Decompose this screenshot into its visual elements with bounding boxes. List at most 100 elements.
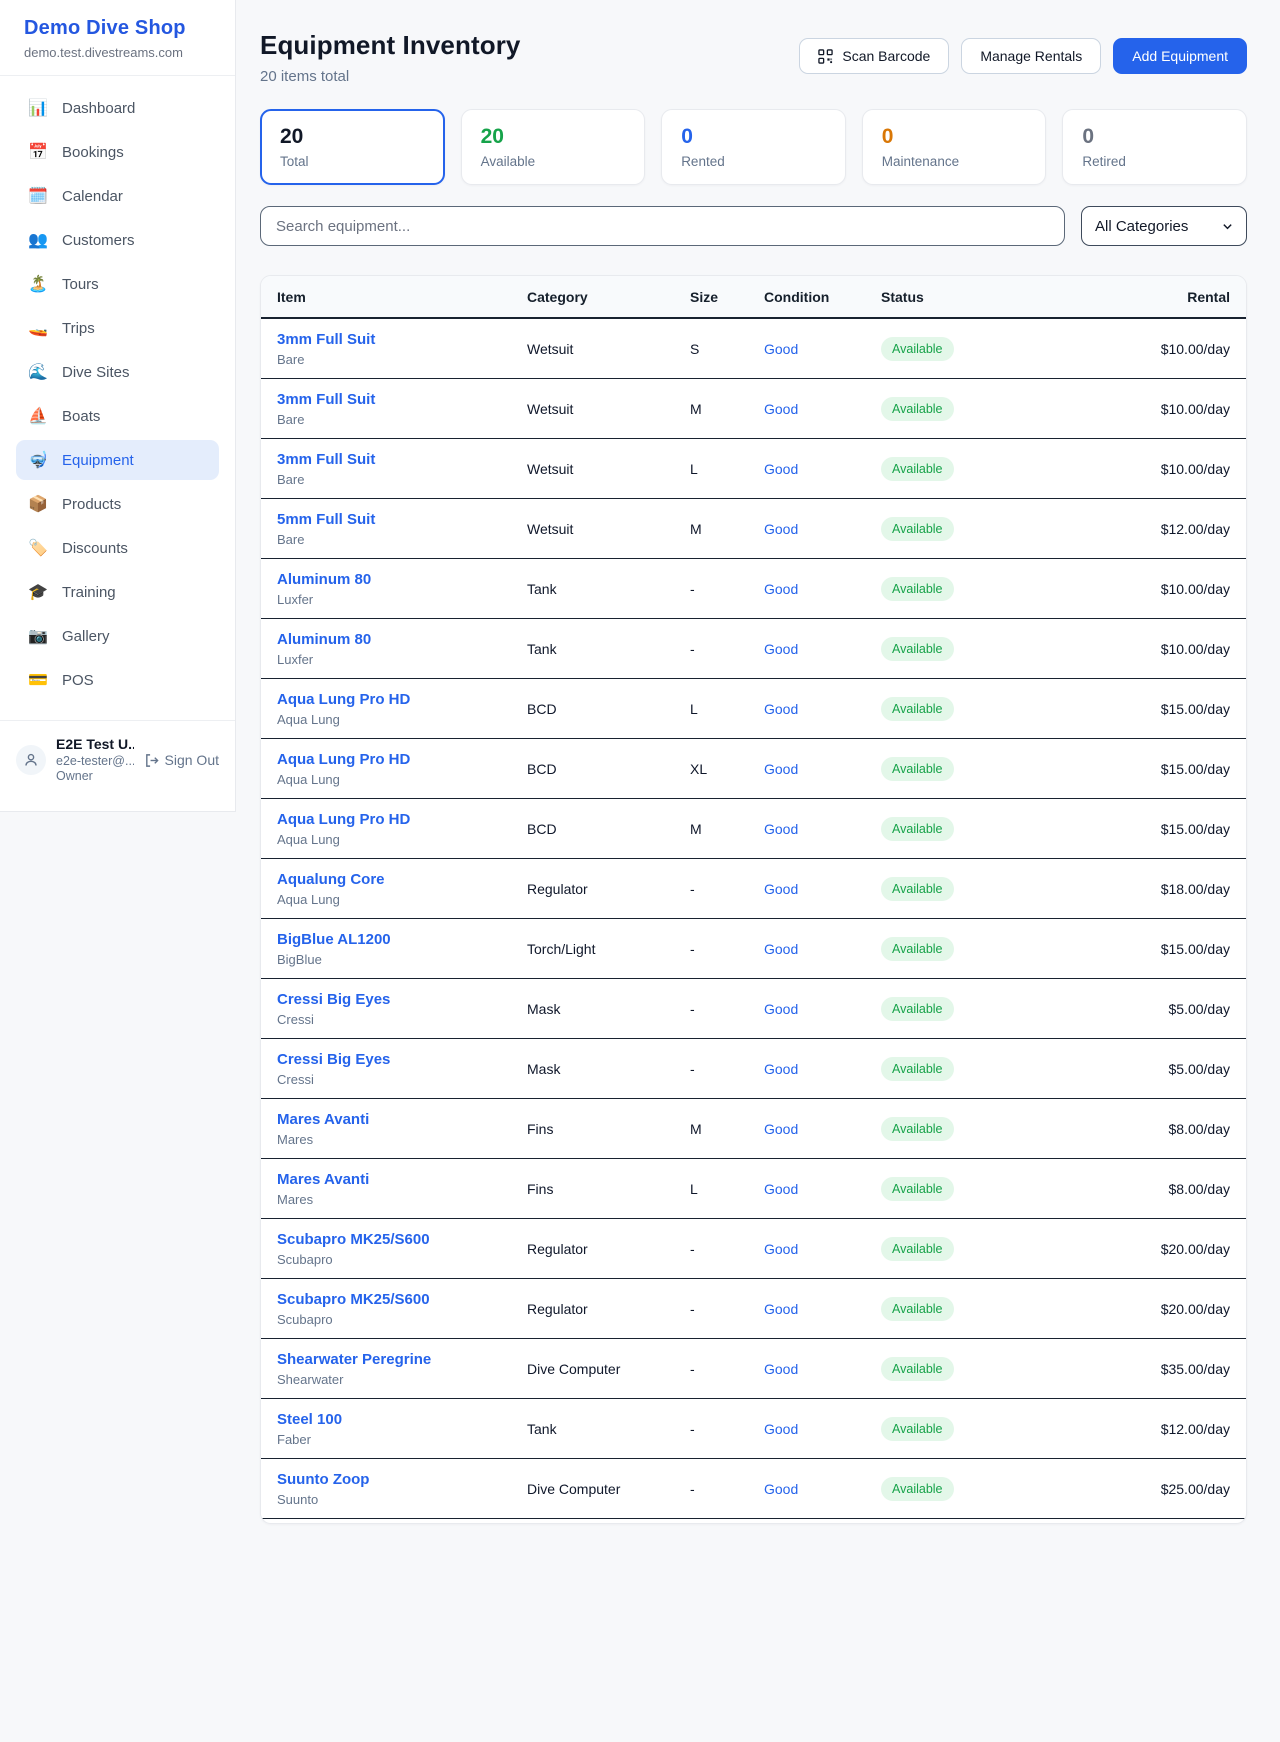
table-row[interactable]: Aqua Lung Pro HDAqua LungBCDLGoodAvailab…	[261, 679, 1246, 739]
brand-name[interactable]: Demo Dive Shop	[24, 17, 211, 40]
sidebar-item-label: POS	[62, 672, 94, 689]
item-cell: Aluminum 80Luxfer	[277, 571, 527, 607]
stat-card-retired[interactable]: 0Retired	[1062, 109, 1247, 185]
condition-link[interactable]: Good	[764, 941, 881, 957]
condition-link[interactable]: Good	[764, 641, 881, 657]
sidebar-item-training[interactable]: 🎓Training	[16, 572, 219, 612]
sidebar-item-customers[interactable]: 👥Customers	[16, 220, 219, 260]
item-name-link[interactable]: 3mm Full Suit	[277, 391, 527, 408]
sidebar-item-dive-sites[interactable]: 🌊Dive Sites	[16, 352, 219, 392]
category-select[interactable]: All Categories	[1081, 206, 1247, 246]
table-row[interactable]: 3mm Full SuitBareWetsuitSGoodAvailable$1…	[261, 319, 1246, 379]
column-header-condition: Condition	[764, 289, 881, 305]
sidebar-item-gallery[interactable]: 📷Gallery	[16, 616, 219, 656]
condition-link[interactable]: Good	[764, 1361, 881, 1377]
sign-out-button[interactable]: Sign Out	[144, 752, 219, 768]
stat-value-available: 20	[481, 125, 626, 149]
scan-barcode-button[interactable]: Scan Barcode	[799, 38, 949, 74]
size-cell: -	[690, 1421, 764, 1437]
item-name-link[interactable]: 3mm Full Suit	[277, 451, 527, 468]
size-cell: -	[690, 1301, 764, 1317]
category-cell: Regulator	[527, 881, 690, 897]
item-name-link[interactable]: Cressi Big Eyes	[277, 991, 527, 1008]
item-name-link[interactable]: Scubapro MK25/S600	[277, 1291, 527, 1308]
condition-link[interactable]: Good	[764, 1421, 881, 1437]
status-cell: Available	[881, 1297, 1100, 1321]
table-row[interactable]: 5mm Full SuitBareWetsuitMGoodAvailable$1…	[261, 499, 1246, 559]
table-row[interactable]: 3mm Full SuitBareWetsuitLGoodAvailable$1…	[261, 439, 1246, 499]
item-name-link[interactable]: Aqua Lung Pro HD	[277, 811, 527, 828]
manage-rentals-button[interactable]: Manage Rentals	[961, 38, 1101, 74]
sidebar-item-tours[interactable]: 🏝️Tours	[16, 264, 219, 304]
table-row[interactable]: Aqua Lung Pro HDAqua LungBCDMGoodAvailab…	[261, 799, 1246, 859]
stat-card-total[interactable]: 20Total	[260, 109, 445, 185]
item-name-link[interactable]: Suunto Zoop	[277, 1471, 527, 1488]
item-name-link[interactable]: 3mm Full Suit	[277, 331, 527, 348]
item-name-link[interactable]: Cressi Big Eyes	[277, 1051, 527, 1068]
condition-link[interactable]: Good	[764, 521, 881, 537]
condition-link[interactable]: Good	[764, 761, 881, 777]
item-name-link[interactable]: Scubapro MK25/S600	[277, 1231, 527, 1248]
item-name-link[interactable]: Mares Avanti	[277, 1171, 527, 1188]
condition-link[interactable]: Good	[764, 821, 881, 837]
item-name-link[interactable]: Steel 100	[277, 1411, 527, 1428]
condition-link[interactable]: Good	[764, 701, 881, 717]
item-name-link[interactable]: Aluminum 80	[277, 631, 527, 648]
table-row[interactable]: Aqualung CoreAqua LungRegulator-GoodAvai…	[261, 859, 1246, 919]
sidebar-item-products[interactable]: 📦Products	[16, 484, 219, 524]
condition-link[interactable]: Good	[764, 1301, 881, 1317]
condition-link[interactable]: Good	[764, 1001, 881, 1017]
sidebar-item-trips[interactable]: 🚤Trips	[16, 308, 219, 348]
sidebar-item-pos[interactable]: 💳POS	[16, 660, 219, 700]
item-name-link[interactable]: 5mm Full Suit	[277, 511, 527, 528]
item-name-link[interactable]: Aqualung Core	[277, 871, 527, 888]
rental-cell: $8.00/day	[1100, 1121, 1230, 1137]
stat-card-available[interactable]: 20Available	[461, 109, 646, 185]
condition-link[interactable]: Good	[764, 1481, 881, 1497]
condition-link[interactable]: Good	[764, 1121, 881, 1137]
table-row[interactable]: Cressi Big EyesCressiMask-GoodAvailable$…	[261, 1039, 1246, 1099]
condition-link[interactable]: Good	[764, 461, 881, 477]
sidebar-item-bookings[interactable]: 📅Bookings	[16, 132, 219, 172]
item-name-link[interactable]: Aqua Lung Pro HD	[277, 691, 527, 708]
item-name-link[interactable]: Shearwater Peregrine	[277, 1351, 527, 1368]
item-cell: Aqua Lung Pro HDAqua Lung	[277, 751, 527, 787]
stat-card-rented[interactable]: 0Rented	[661, 109, 846, 185]
table-row[interactable]: Mares AvantiMaresFinsLGoodAvailable$8.00…	[261, 1159, 1246, 1219]
table-row[interactable]: Cressi Big EyesCressiMask-GoodAvailable$…	[261, 979, 1246, 1039]
condition-link[interactable]: Good	[764, 581, 881, 597]
sidebar-item-discounts[interactable]: 🏷️Discounts	[16, 528, 219, 568]
item-cell: Steel 100Faber	[277, 1411, 527, 1447]
condition-link[interactable]: Good	[764, 1241, 881, 1257]
stat-card-maintenance[interactable]: 0Maintenance	[862, 109, 1047, 185]
table-row[interactable]: Suunto ZoopSuuntoDive Computer-GoodAvail…	[261, 1459, 1246, 1519]
table-row[interactable]: Scubapro MK25/S600ScubaproRegulator-Good…	[261, 1219, 1246, 1279]
search-input[interactable]	[260, 206, 1065, 246]
sidebar-item-dashboard[interactable]: 📊Dashboard	[16, 88, 219, 128]
item-name-link[interactable]: Mares Avanti	[277, 1111, 527, 1128]
brand-block: Demo Dive Shop demo.test.divestreams.com	[0, 0, 235, 76]
item-name-link[interactable]: BigBlue AL1200	[277, 931, 527, 948]
sign-out-icon	[144, 753, 159, 768]
item-name-link[interactable]: Aluminum 80	[277, 571, 527, 588]
item-name-link[interactable]: Aqua Lung Pro HD	[277, 751, 527, 768]
category-cell: Regulator	[527, 1301, 690, 1317]
table-row[interactable]: Scubapro MK25/S600ScubaproRegulator-Good…	[261, 1279, 1246, 1339]
table-row[interactable]: Shearwater PeregrineShearwaterDive Compu…	[261, 1339, 1246, 1399]
sidebar-item-equipment[interactable]: 🤿Equipment	[16, 440, 219, 480]
condition-link[interactable]: Good	[764, 401, 881, 417]
condition-link[interactable]: Good	[764, 1181, 881, 1197]
table-row[interactable]: Steel 100FaberTank-GoodAvailable$12.00/d…	[261, 1399, 1246, 1459]
sidebar-item-calendar[interactable]: 🗓️Calendar	[16, 176, 219, 216]
table-row[interactable]: BigBlue AL1200BigBlueTorch/Light-GoodAva…	[261, 919, 1246, 979]
table-row[interactable]: 3mm Full SuitBareWetsuitMGoodAvailable$1…	[261, 379, 1246, 439]
table-row[interactable]: Aqua Lung Pro HDAqua LungBCDXLGoodAvaila…	[261, 739, 1246, 799]
condition-link[interactable]: Good	[764, 881, 881, 897]
condition-link[interactable]: Good	[764, 1061, 881, 1077]
table-row[interactable]: Aluminum 80LuxferTank-GoodAvailable$10.0…	[261, 559, 1246, 619]
add-equipment-button[interactable]: Add Equipment	[1113, 38, 1247, 74]
table-row[interactable]: Aluminum 80LuxferTank-GoodAvailable$10.0…	[261, 619, 1246, 679]
table-row[interactable]: Mares AvantiMaresFinsMGoodAvailable$8.00…	[261, 1099, 1246, 1159]
sidebar-item-boats[interactable]: ⛵Boats	[16, 396, 219, 436]
condition-link[interactable]: Good	[764, 341, 881, 357]
